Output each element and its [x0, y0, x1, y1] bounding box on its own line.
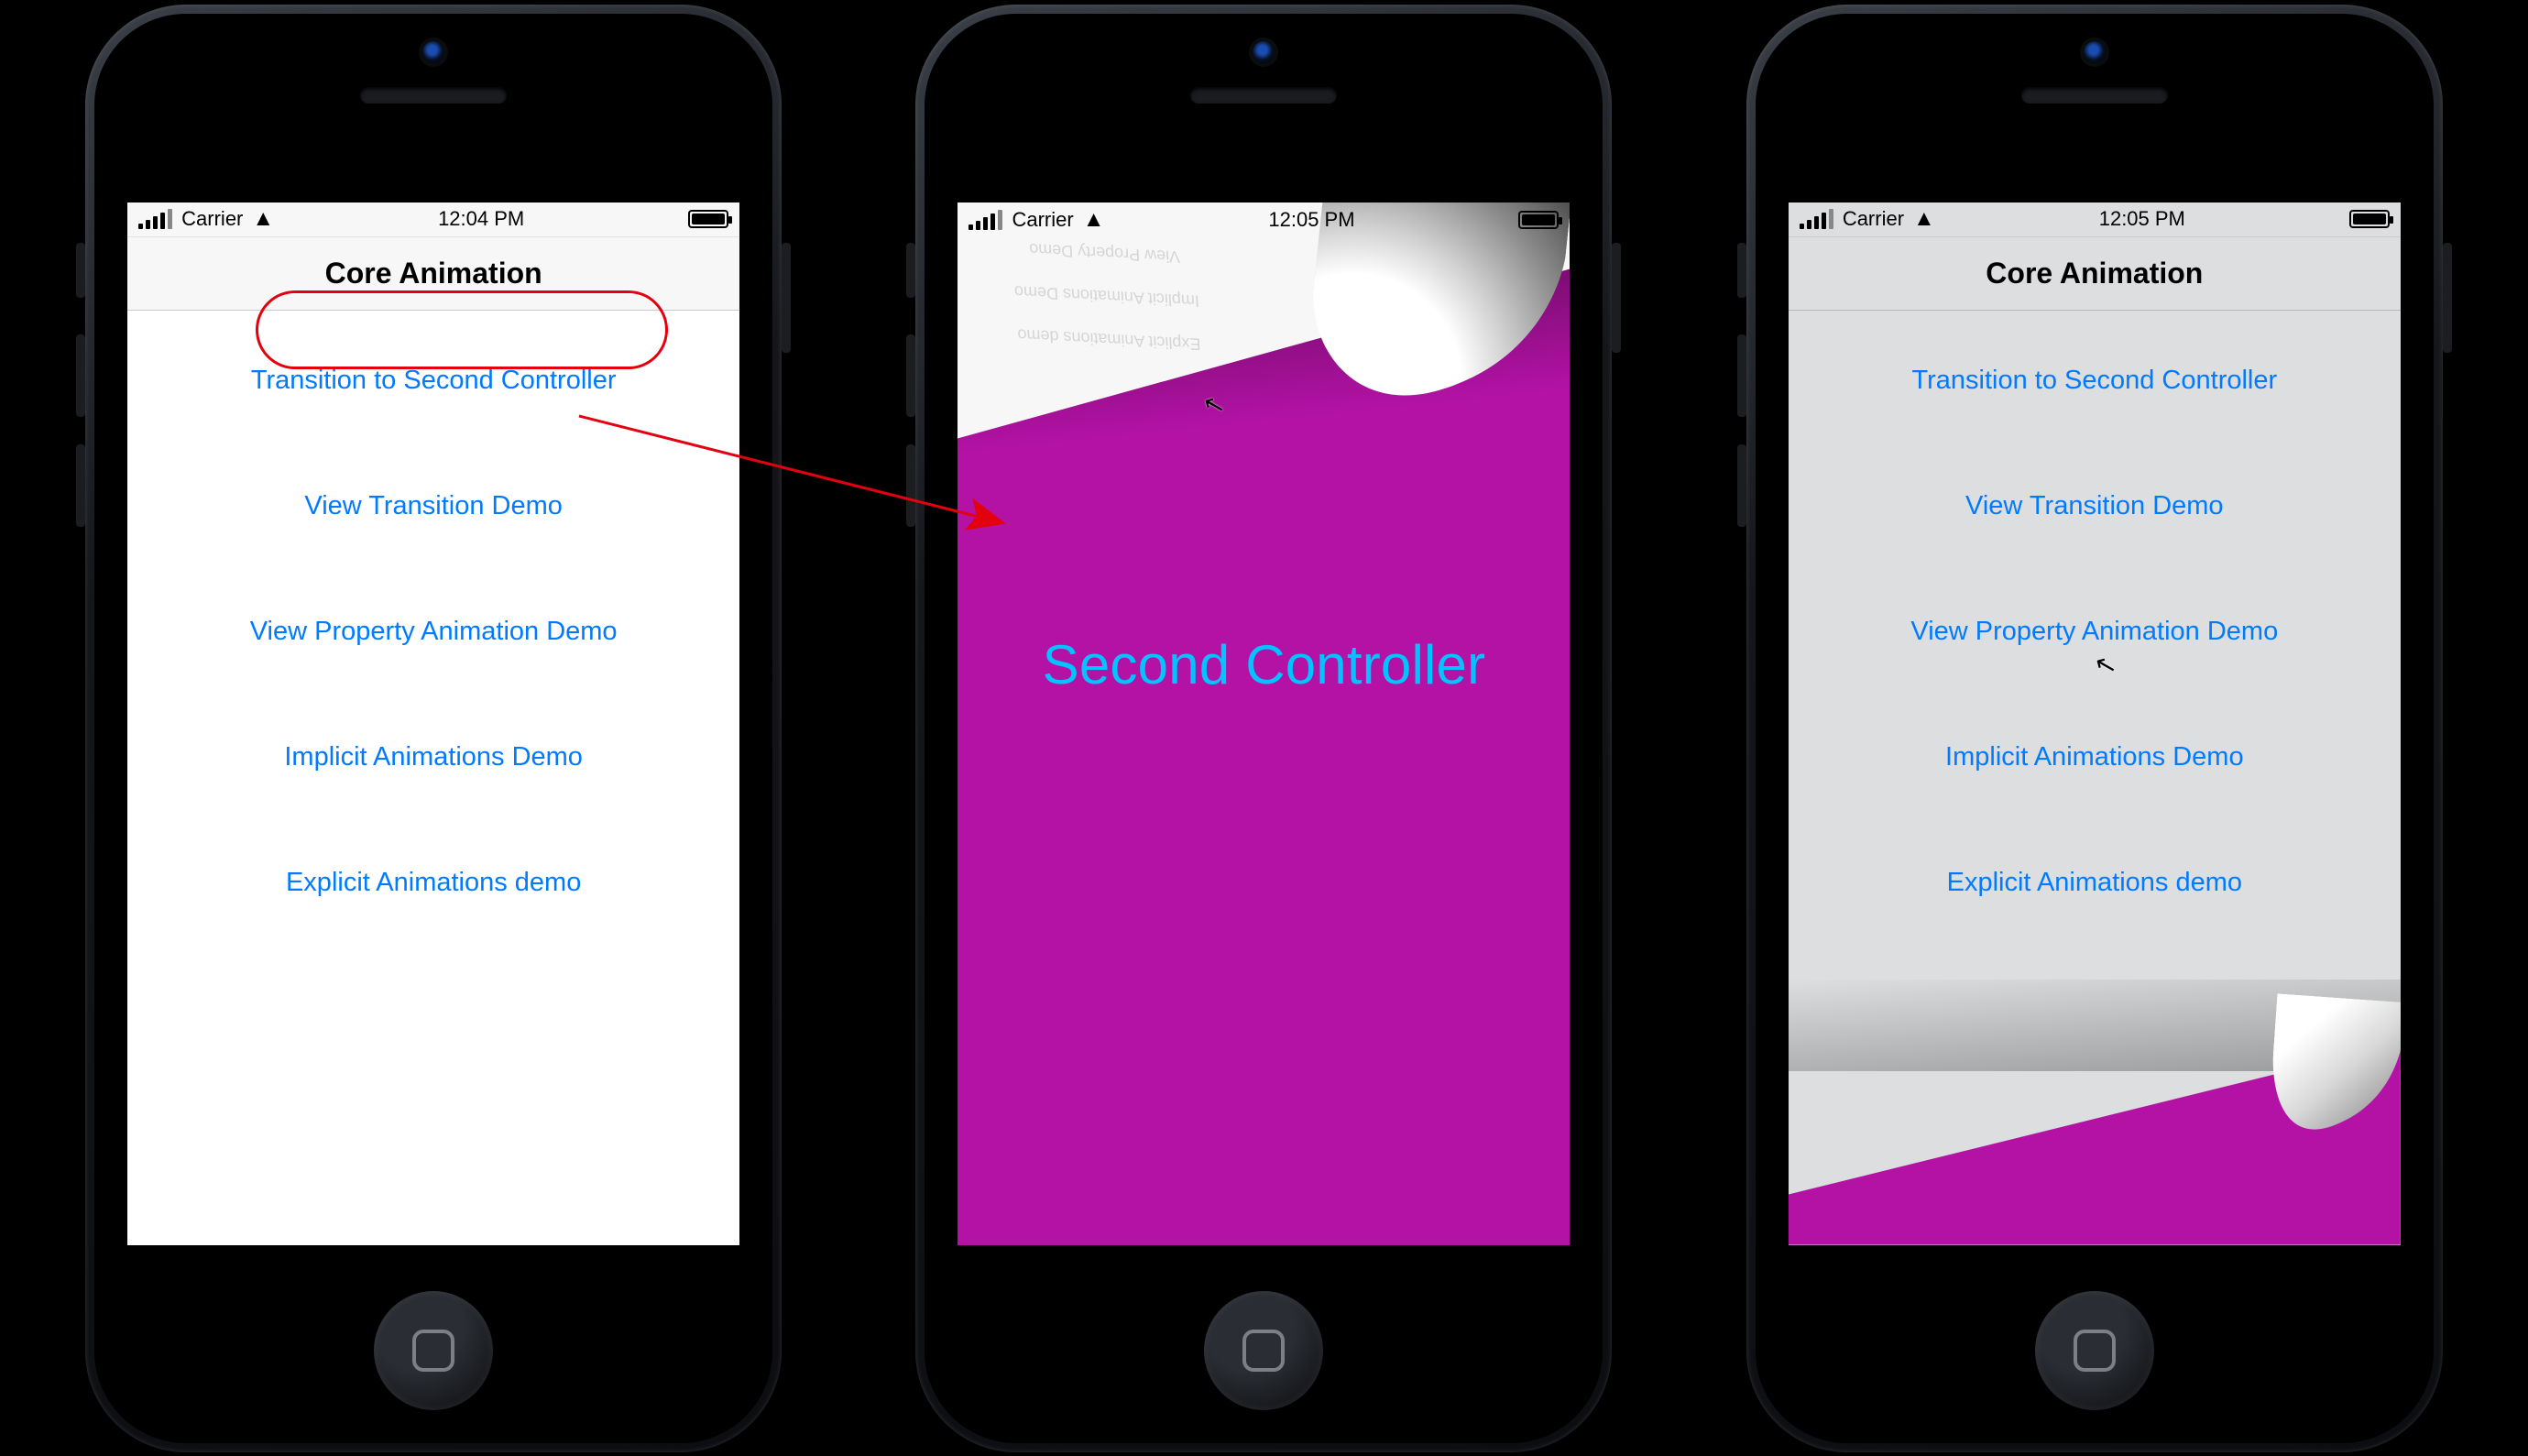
nav-bar: Core Animation — [1789, 237, 2401, 311]
screen-2: Second Controller Explicit Animations de… — [958, 203, 1570, 1245]
nav-bar: Core Animation — [127, 237, 739, 311]
battery-icon — [1518, 211, 1559, 229]
home-button[interactable] — [1204, 1291, 1323, 1410]
iphone-device-1: Carrier ▲ 12:04 PM Core Animation Transi… — [85, 5, 782, 1452]
menu-item-view-transition[interactable]: View Transition Demo — [304, 491, 563, 521]
power-button[interactable] — [782, 243, 791, 353]
front-camera-icon — [2084, 41, 2106, 63]
volume-up-button[interactable] — [1737, 334, 1746, 417]
menu-item-explicit[interactable]: Explicit Animations demo — [286, 868, 581, 898]
nav-title: Core Animation — [325, 257, 542, 290]
carrier-label: Carrier — [181, 207, 243, 231]
menu-item-implicit[interactable]: Implicit Animations Demo — [284, 742, 583, 772]
volume-up-button[interactable] — [906, 334, 915, 417]
home-button[interactable] — [374, 1291, 493, 1410]
power-button[interactable] — [2443, 243, 2452, 353]
menu-item-transition-second[interactable]: Transition to Second Controller — [251, 366, 617, 396]
battery-icon — [2349, 210, 2390, 228]
iphone-device-2: Second Controller Explicit Animations de… — [915, 5, 1612, 1452]
menu-item-view-property[interactable]: View Property Animation Demo — [1910, 617, 2278, 647]
mute-switch[interactable] — [1737, 243, 1746, 298]
carrier-label: Carrier — [1012, 208, 1073, 232]
status-bar: Carrier ▲ 12:05 PM — [1789, 203, 2401, 237]
status-bar: Carrier ▲ 12:04 PM — [127, 203, 739, 237]
page-curl-ghost-text: Explicit Animations demo Implicit Animat… — [990, 225, 1225, 367]
page-curl-effect — [1789, 1016, 2401, 1245]
menu-item-view-property[interactable]: View Property Animation Demo — [250, 617, 618, 647]
wifi-icon: ▲ — [1913, 208, 1935, 230]
mute-switch[interactable] — [906, 243, 915, 298]
clock-label: 12:05 PM — [2099, 207, 2185, 231]
signal-bars-icon — [138, 209, 172, 229]
signal-bars-icon — [1800, 209, 1833, 229]
second-controller-title: Second Controller — [958, 633, 1570, 696]
front-camera-icon — [1253, 41, 1275, 63]
mute-switch[interactable] — [76, 243, 85, 298]
clock-label: 12:04 PM — [438, 207, 524, 231]
status-bar: Carrier ▲ 12:05 PM — [958, 203, 1570, 237]
carrier-label: Carrier — [1843, 207, 1904, 231]
volume-down-button[interactable] — [76, 444, 85, 527]
earpiece-speaker-icon — [2021, 87, 2168, 104]
nav-title: Core Animation — [1986, 257, 2203, 290]
volume-down-button[interactable] — [906, 444, 915, 527]
signal-bars-icon — [969, 210, 1002, 230]
menu-item-transition-second[interactable]: Transition to Second Controller — [1911, 366, 2277, 396]
volume-up-button[interactable] — [76, 334, 85, 417]
front-camera-icon — [422, 41, 444, 63]
clock-label: 12:05 PM — [1268, 208, 1354, 232]
wifi-icon: ▲ — [1083, 209, 1105, 231]
menu-list: Transition to Second Controller View Tra… — [1789, 311, 2401, 898]
home-button[interactable] — [2035, 1291, 2154, 1410]
page-curl-effect: Explicit Animations demo Implicit Animat… — [958, 203, 1570, 485]
power-button[interactable] — [1612, 243, 1621, 353]
iphone-device-3: Carrier ▲ 12:05 PM Core Animation Transi… — [1746, 5, 2443, 1452]
volume-down-button[interactable] — [1737, 444, 1746, 527]
menu-item-view-transition[interactable]: View Transition Demo — [1965, 491, 2224, 521]
screen-1: Carrier ▲ 12:04 PM Core Animation Transi… — [127, 203, 739, 1245]
screen-3: Carrier ▲ 12:05 PM Core Animation Transi… — [1789, 203, 2401, 1245]
menu-item-explicit[interactable]: Explicit Animations demo — [1947, 868, 2242, 898]
menu-list: Transition to Second Controller View Tra… — [127, 311, 739, 898]
page-curl-backside — [1301, 203, 1570, 438]
battery-icon — [688, 210, 728, 228]
menu-item-implicit[interactable]: Implicit Animations Demo — [1945, 742, 2244, 772]
wifi-icon: ▲ — [252, 208, 274, 230]
earpiece-speaker-icon — [1190, 87, 1337, 104]
earpiece-speaker-icon — [360, 87, 507, 104]
